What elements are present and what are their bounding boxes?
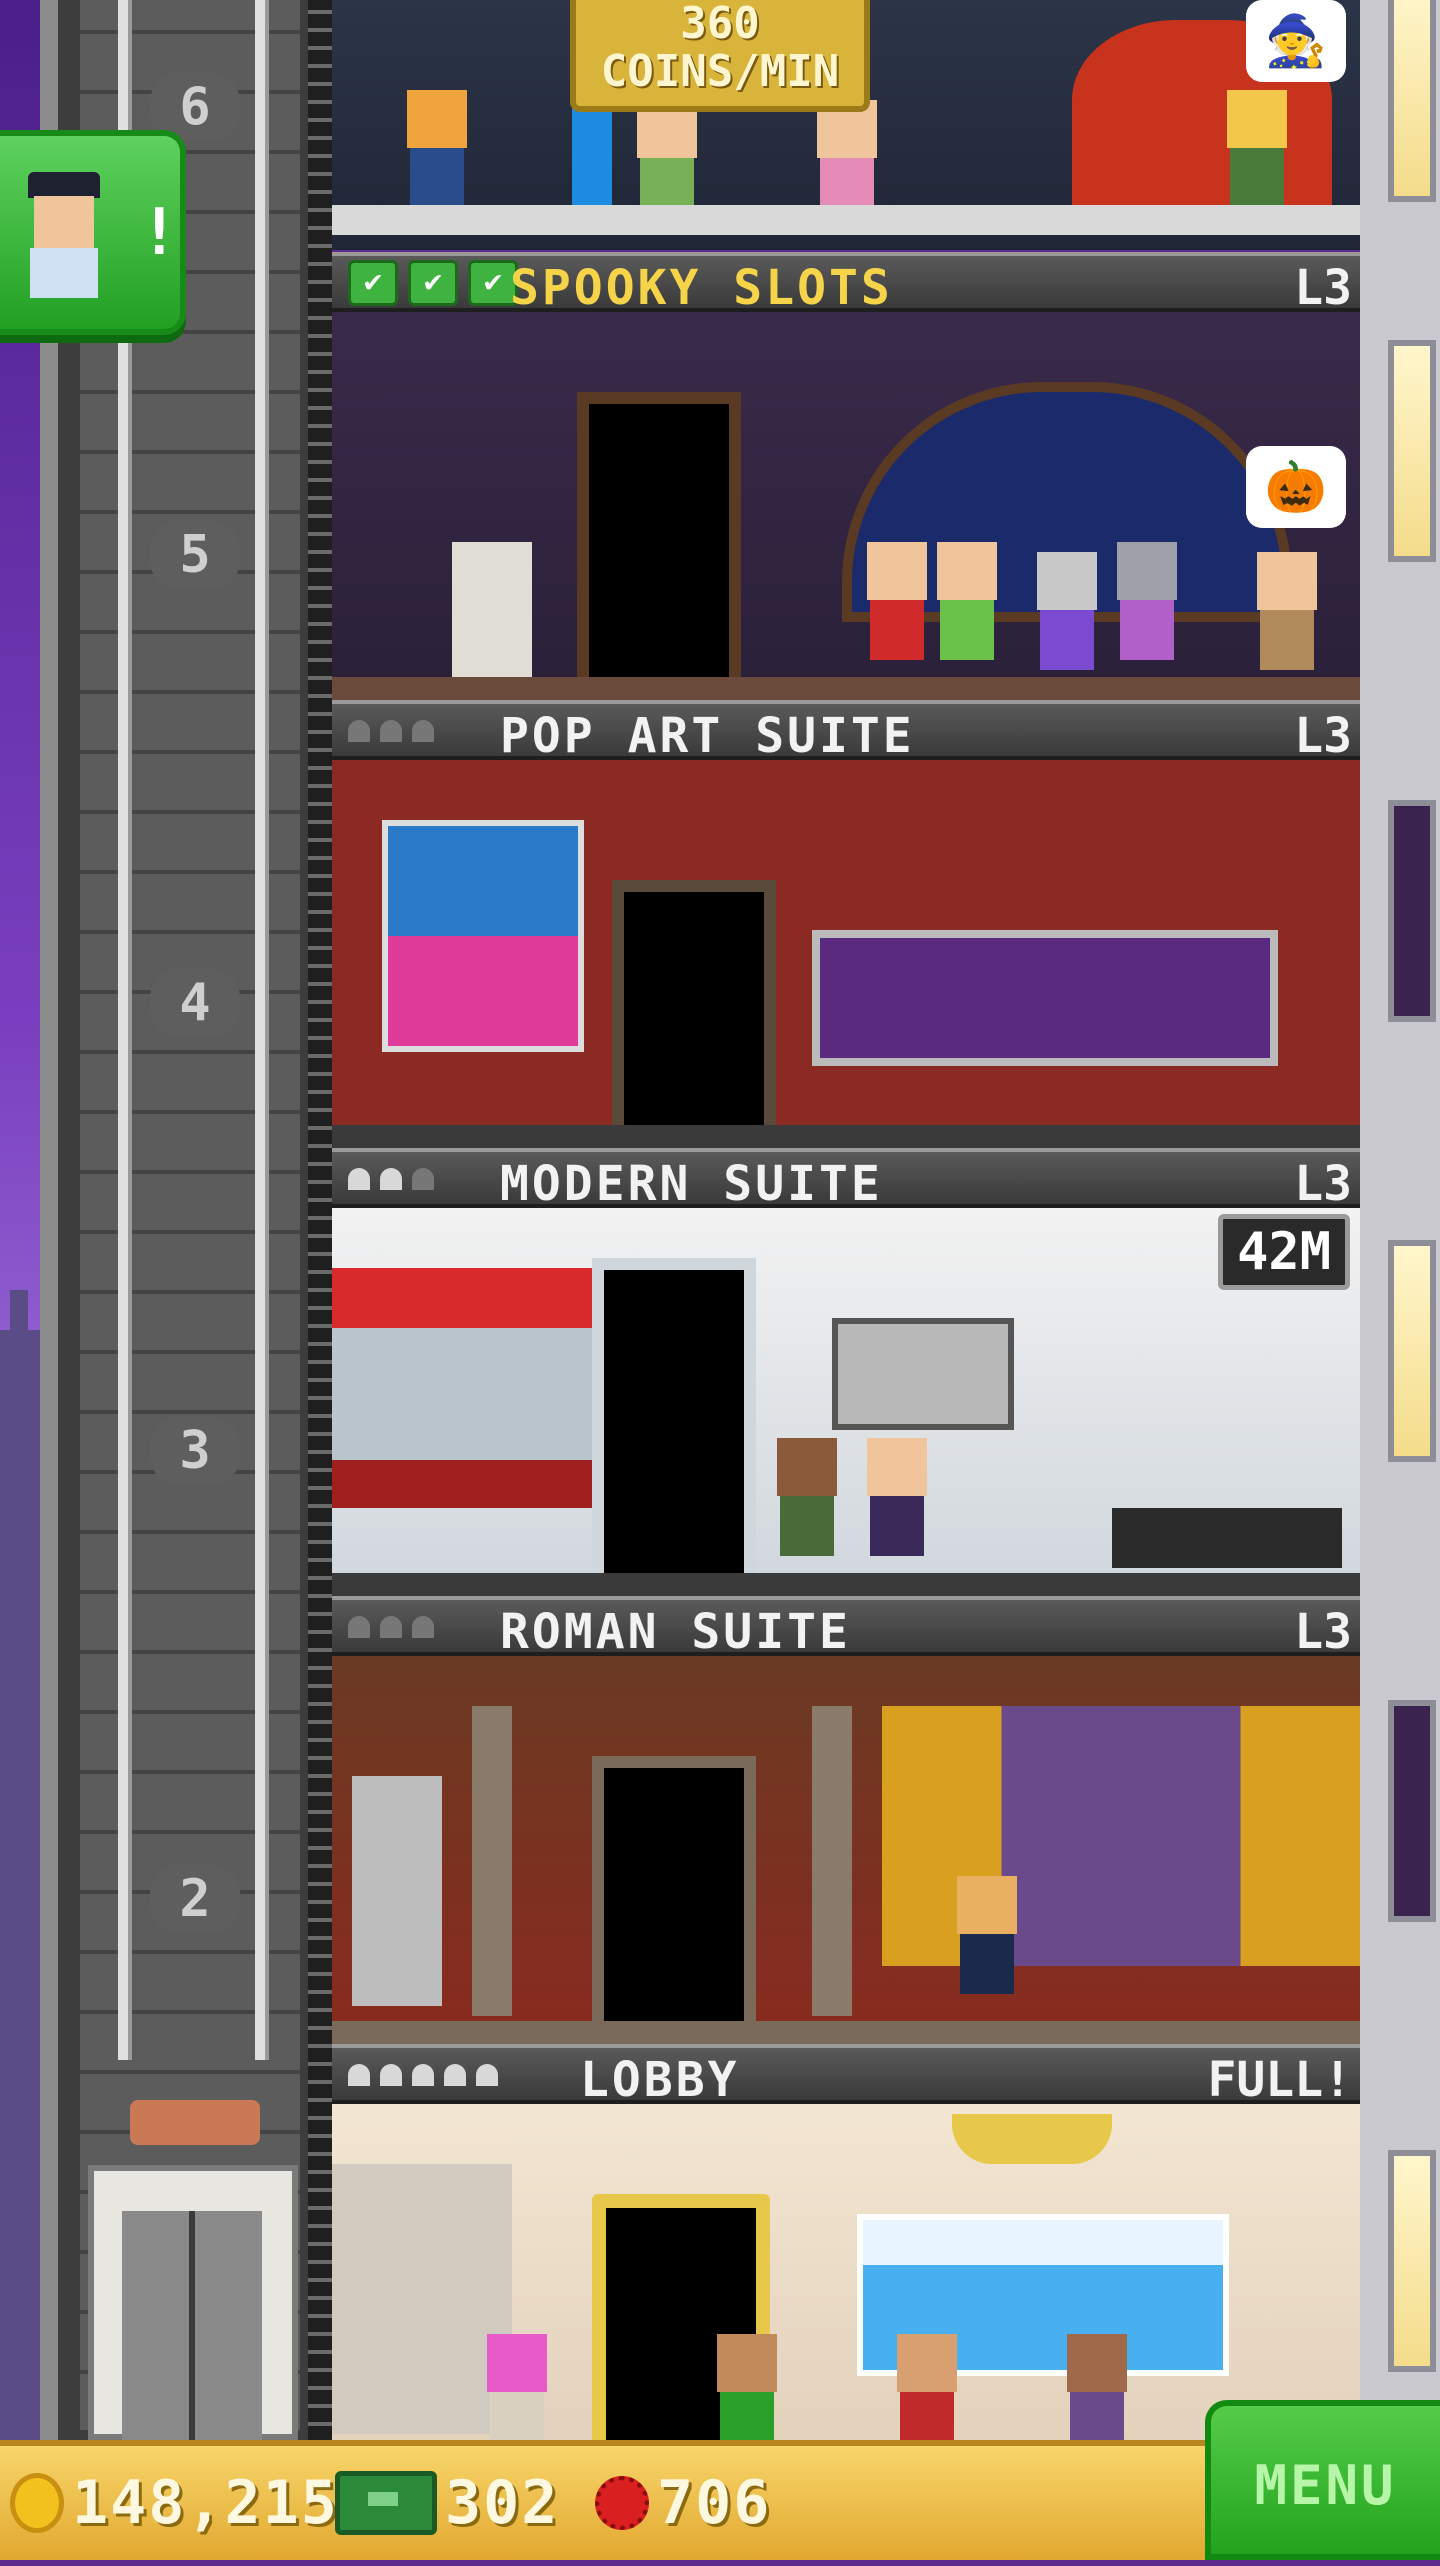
window — [1388, 800, 1436, 1022]
red-wall-panel — [332, 1268, 592, 1508]
resident[interactable] — [1032, 552, 1102, 672]
menu-button[interactable]: MENU — [1205, 2400, 1440, 2560]
resident[interactable] — [1062, 2334, 1132, 2440]
check-icon: ✔ — [408, 260, 458, 306]
stock-status-tag: 42M — [1218, 1214, 1350, 1290]
ticket-icon — [595, 2476, 649, 2530]
floor-label-modern-suite[interactable]: MODERN SUITE L3 — [332, 1148, 1360, 1212]
shaft-floor-number: 5 — [150, 520, 240, 590]
income-amount: 360 — [680, 0, 760, 49]
resident[interactable] — [862, 542, 932, 662]
elevator-car[interactable] — [88, 2165, 298, 2441]
shaft-floor-number: 2 — [150, 1864, 240, 1934]
bux-icon — [335, 2471, 437, 2535]
floor-level: L3 — [1294, 708, 1352, 764]
window — [1388, 2150, 1436, 2372]
coin-icon — [10, 2473, 64, 2533]
resident[interactable] — [482, 2334, 552, 2440]
check-icon: ✔ — [348, 260, 398, 306]
elevator-door — [122, 2211, 262, 2441]
shaft-floor-number: 3 — [150, 1416, 240, 1486]
window — [1388, 1240, 1436, 1462]
modern-suite-room[interactable]: 42M — [332, 1208, 1360, 1596]
tickets-counter[interactable]: 706 — [595, 2468, 771, 2538]
resident[interactable] — [402, 90, 472, 210]
floor-name: SPOOKY SLOTS — [510, 260, 893, 316]
window — [1388, 340, 1436, 562]
room-door — [577, 392, 741, 700]
room-door — [612, 880, 776, 1148]
pop-art-suite-room[interactable] — [332, 760, 1360, 1148]
resident[interactable] — [772, 1438, 842, 1558]
floor-name: MODERN SUITE — [500, 1156, 883, 1212]
resident[interactable] — [632, 100, 702, 220]
window — [1388, 1700, 1436, 1922]
resident[interactable] — [712, 2334, 782, 2440]
bux-counter[interactable]: 302 — [335, 2468, 559, 2538]
room-door — [592, 1258, 756, 1592]
resident[interactable] — [892, 2334, 962, 2440]
elevator-rail-right — [255, 0, 269, 2060]
sofa — [812, 930, 1278, 1066]
resident[interactable] — [812, 100, 882, 220]
floor-level: L3 — [1294, 1604, 1352, 1660]
coins-value: 148,215 — [72, 2468, 339, 2538]
resident[interactable] — [1112, 542, 1182, 662]
tickets-value: 706 — [657, 2468, 772, 2538]
floor-name: POP ART SUITE — [500, 708, 915, 764]
floor-label-lobby[interactable]: LOBBY FULL! — [332, 2044, 1360, 2108]
pumpkin-icon[interactable]: 🎃 — [1246, 446, 1346, 528]
city-skyline — [0, 1290, 40, 2560]
bux-value: 302 — [445, 2468, 560, 2538]
income-unit: COINS/MIN — [600, 46, 840, 97]
floor-level: L3 — [1294, 1156, 1352, 1212]
floor-status-full: FULL! — [1207, 2052, 1353, 2108]
elevator-counterweight — [130, 2100, 260, 2145]
spooky-slots-room[interactable]: 🎃 — [332, 312, 1360, 700]
floor-level: L3 — [1294, 260, 1352, 316]
bellhop-icon — [24, 172, 104, 302]
alert-icon: ! — [140, 196, 179, 270]
roman-suite-room[interactable] — [332, 1656, 1360, 2044]
occupancy-icons — [348, 720, 434, 748]
floor-label-pop-art-suite[interactable]: POP ART SUITE L3 — [332, 700, 1360, 764]
window — [1388, 0, 1436, 202]
floor-label-spooky-slots[interactable]: ✔ ✔ ✔ SPOOKY SLOTS L3 — [332, 252, 1360, 316]
statue — [352, 1776, 442, 2006]
elevator-track — [308, 0, 332, 2440]
coins-counter[interactable]: 148,215 — [10, 2468, 339, 2538]
gnome-icon[interactable]: 🧙 — [1246, 0, 1346, 82]
floor-name: ROMAN SUITE — [500, 1604, 851, 1660]
resident[interactable] — [932, 542, 1002, 662]
occupancy-icons — [348, 1168, 434, 1196]
lobby-room[interactable] — [332, 2104, 1360, 2440]
wall-art — [832, 1318, 1014, 1430]
floor-name: LOBBY — [580, 2052, 740, 2108]
column — [472, 1706, 512, 2016]
bed — [1112, 1508, 1342, 1568]
room-door — [592, 1756, 756, 2040]
slot-machine — [452, 542, 532, 682]
floor-label-roman-suite[interactable]: ROMAN SUITE L3 — [332, 1596, 1360, 1660]
occupancy-icons — [348, 2064, 498, 2092]
chandelier — [952, 2114, 1112, 2164]
resident[interactable] — [862, 1438, 932, 1558]
column — [812, 1706, 852, 2016]
resident[interactable] — [952, 1876, 1022, 1996]
occupancy-icons — [348, 1616, 434, 1644]
pop-art-painting — [382, 820, 584, 1052]
mission-checks: ✔ ✔ ✔ — [348, 260, 518, 306]
resident[interactable] — [1252, 552, 1322, 672]
resident[interactable] — [1222, 90, 1292, 210]
shaft-floor-number: 4 — [150, 968, 240, 1038]
income-banner: 360 COINS/MIN — [570, 0, 870, 112]
bellhop-notification-button[interactable]: ! — [0, 130, 186, 335]
